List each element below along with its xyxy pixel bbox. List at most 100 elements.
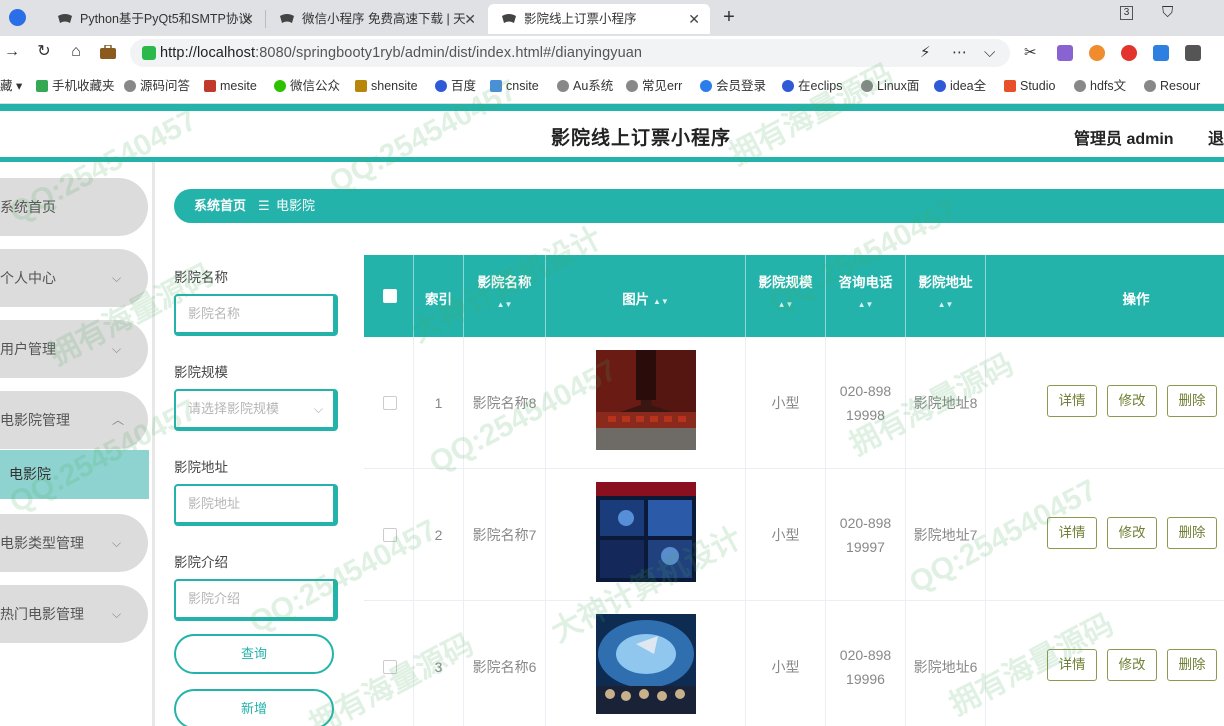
bookmark-item[interactable]: idea全: [934, 70, 986, 102]
sort-icon[interactable]: ▲▼: [653, 297, 669, 306]
col-name[interactable]: 影院名称 ▲▼: [464, 255, 546, 337]
scale-label: 影院规模: [174, 365, 228, 380]
close-icon[interactable]: ✕: [242, 4, 254, 34]
game-icon[interactable]: [1089, 45, 1105, 61]
phone-icon: [36, 80, 48, 92]
bookmark-item[interactable]: Linux面: [861, 70, 919, 102]
bookmark-item[interactable]: 百度: [435, 70, 476, 102]
close-icon[interactable]: ✕: [688, 4, 700, 34]
detail-button[interactable]: 详情: [1047, 385, 1097, 417]
tab-cinema[interactable]: 影院线上订票小程序 ✕: [488, 4, 710, 34]
scissors-icon[interactable]: ✂: [1024, 39, 1037, 67]
bookmark-item[interactable]: 源码问答: [124, 70, 190, 102]
name-input[interactable]: 影院名称: [174, 294, 338, 336]
index-cell: 3: [414, 601, 464, 726]
bookmark-item[interactable]: 在eclips: [782, 70, 842, 102]
sidebar-item-profile[interactable]: 个人中心 ⌵: [0, 249, 148, 307]
chevron-down-icon[interactable]: ⌵: [984, 39, 995, 67]
shirt-icon[interactable]: ⛉: [1162, 4, 1173, 21]
select-all-checkbox[interactable]: [383, 289, 397, 303]
app-header: 影院线上订票小程序 管理员 admin 退: [0, 111, 1224, 157]
col-scale[interactable]: 影院规模 ▲▼: [746, 255, 826, 337]
name-label: 影院名称: [174, 270, 228, 285]
address-input[interactable]: 影院地址: [174, 484, 338, 526]
more-dots-icon[interactable]: ⋯: [952, 39, 967, 67]
delete-button[interactable]: 删除: [1167, 649, 1217, 681]
url-text[interactable]: http://localhost:8080/springbooty1ryb/ad…: [160, 39, 642, 67]
sidebar-item-users[interactable]: 用户管理 ⌵: [0, 320, 148, 378]
mail-icon[interactable]: [1153, 45, 1169, 61]
bookmark-item[interactable]: 微信公众: [274, 70, 340, 102]
scale-cell: 小型: [746, 337, 826, 469]
bookmark-item[interactable]: 手机收藏夹: [36, 70, 115, 102]
add-button[interactable]: 新增: [174, 689, 334, 726]
bookmark-item[interactable]: cnsite: [490, 70, 539, 102]
sort-icon[interactable]: ▲▼: [464, 301, 545, 309]
bookmark-item[interactable]: hdfs文: [1074, 70, 1126, 102]
back-arrow-icon[interactable]: →: [0, 40, 24, 64]
name-cell: 影院名称8: [464, 337, 546, 469]
tab-python[interactable]: Python基于PyQt5和SMTP协议 ✕: [44, 4, 264, 34]
sidebar-item-cinemas[interactable]: 电影院管理 ︿: [0, 391, 148, 449]
mask-icon: [502, 14, 516, 23]
col-image[interactable]: 图片 ▲▼: [546, 255, 746, 337]
baidu-icon: [782, 80, 794, 92]
col-index[interactable]: 索引: [414, 255, 464, 337]
puzzle-icon[interactable]: [1185, 45, 1201, 61]
bookmark-item[interactable]: Resour: [1144, 70, 1200, 102]
sidebar-item-movie-types[interactable]: 电影类型管理 ⌵: [0, 514, 148, 572]
tab-wechat[interactable]: 微信小程序 免费高速下载 | 天 ✕: [266, 4, 486, 34]
sort-icon[interactable]: ▲▼: [906, 301, 985, 309]
row-checkbox[interactable]: [383, 528, 397, 542]
bookmark-item[interactable]: shensite: [355, 70, 418, 102]
query-button[interactable]: 查询: [174, 634, 334, 674]
translate-icon[interactable]: [1057, 45, 1073, 61]
address-cell: 影院地址7: [906, 469, 986, 601]
cloud-icon: [700, 80, 712, 92]
bookmark-item[interactable]: 会员登录: [700, 70, 766, 102]
bookmark-item[interactable]: Studio: [1004, 70, 1055, 102]
detail-button[interactable]: 详情: [1047, 649, 1097, 681]
intro-input[interactable]: 影院介绍: [174, 579, 338, 621]
sidebar-item-hot-movies[interactable]: 热门电影管理 ⌵: [0, 585, 148, 643]
sidebar-item-home[interactable]: 系统首页: [0, 178, 148, 236]
address-bar[interactable]: http://localhost:8080/springbooty1ryb/ad…: [130, 39, 1010, 67]
delete-button[interactable]: 删除: [1167, 517, 1217, 549]
home-icon[interactable]: ⌂: [64, 40, 88, 64]
mask-icon: [280, 14, 294, 23]
edit-button[interactable]: 修改: [1107, 385, 1157, 417]
site-icon: [204, 80, 216, 92]
col-address[interactable]: 影院地址 ▲▼: [906, 255, 986, 337]
bookmark-item[interactable]: 常见err: [626, 70, 682, 102]
scale-select[interactable]: 请选择影院规模 ⌵: [174, 389, 338, 431]
sort-icon[interactable]: ▲▼: [746, 301, 825, 309]
bookmark-item[interactable]: mesite: [204, 70, 257, 102]
edit-button[interactable]: 修改: [1107, 517, 1157, 549]
detail-button[interactable]: 详情: [1047, 517, 1097, 549]
bookmark-item[interactable]: 藏 ▾: [0, 70, 22, 102]
new-tab-button[interactable]: +: [718, 4, 740, 30]
header-accent-bar: [0, 104, 1224, 111]
sidebar-subitem-cinema[interactable]: 电影院: [0, 450, 149, 499]
bookmark-item[interactable]: Au系统: [557, 70, 613, 102]
reload-icon[interactable]: ↻: [32, 40, 56, 64]
address-cell: 影院地址8: [906, 337, 986, 469]
close-icon[interactable]: ✕: [464, 4, 476, 34]
shield-icon: [142, 46, 156, 60]
name-placeholder: 影院名称: [188, 306, 241, 321]
cinema-thumbnail: [596, 614, 696, 714]
lightning-icon[interactable]: ⚡: [920, 39, 931, 67]
sort-icon[interactable]: ▲▼: [826, 301, 905, 309]
row-checkbox[interactable]: [383, 660, 397, 674]
briefcase-icon[interactable]: [96, 40, 120, 64]
edit-button[interactable]: 修改: [1107, 649, 1157, 681]
row-checkbox[interactable]: [383, 396, 397, 410]
col-phone[interactable]: 咨询电话 ▲▼: [826, 255, 906, 337]
weibo-icon[interactable]: [1121, 45, 1137, 61]
logout-link[interactable]: 退: [1208, 125, 1224, 149]
delete-button[interactable]: 删除: [1167, 385, 1217, 417]
row-select-cell: [364, 601, 414, 726]
tab-count-badge[interactable]: 3: [1120, 6, 1133, 20]
play-icon: [490, 80, 502, 92]
breadcrumb-home[interactable]: 系统首页: [194, 189, 246, 223]
